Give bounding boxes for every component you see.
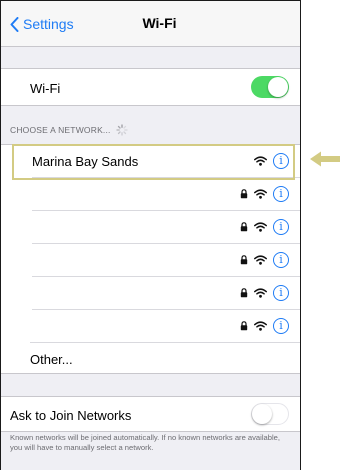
wifi-icon (254, 156, 267, 166)
network-row[interactable]: i (1, 178, 300, 210)
info-icon[interactable]: i (273, 252, 289, 268)
toggle-knob (252, 404, 272, 424)
lock-icon (240, 255, 248, 265)
info-icon[interactable]: i (273, 318, 289, 334)
lock-icon (240, 321, 248, 331)
section-header-label: CHOOSE A NETWORK... (10, 125, 111, 135)
network-status-icons: i (240, 185, 289, 203)
network-row[interactable]: i (1, 277, 300, 309)
loading-spinner-icon (115, 124, 128, 136)
network-status-icons: i (240, 284, 289, 302)
network-row[interactable]: i (1, 211, 300, 243)
wifi-icon (254, 321, 267, 331)
networks-section-header: CHOOSE A NETWORK... (10, 124, 128, 136)
navigation-bar: Settings Wi-Fi (1, 1, 300, 47)
page-title: Wi-Fi (142, 15, 177, 31)
other-network-label: Other... (30, 352, 73, 367)
ask-to-join-description: Known networks will be joined automatica… (10, 433, 280, 452)
network-status-icons: i (240, 317, 289, 335)
ask-to-join-row: Ask to Join Networks (1, 396, 300, 432)
other-network-row[interactable]: Other... (1, 343, 300, 374)
lock-icon (240, 288, 248, 298)
networks-list: Marina Bay Sands i i i i i i Other... (1, 144, 300, 374)
info-icon[interactable]: i (273, 153, 289, 169)
wifi-icon (254, 288, 267, 298)
phone-screen: Settings Wi-Fi Wi-Fi CHOOSE A NETWORK... (0, 0, 301, 470)
wifi-toggle-row: Wi-Fi (1, 68, 300, 106)
ask-to-join-label: Ask to Join Networks (10, 408, 132, 423)
wifi-icon (254, 189, 267, 199)
network-name: Marina Bay Sands (32, 154, 139, 169)
wifi-icon (254, 255, 267, 265)
arrow-left-icon (310, 151, 340, 167)
network-status-icons: i (240, 251, 289, 269)
network-status-icons: i (240, 218, 289, 236)
wifi-label: Wi-Fi (30, 81, 61, 96)
network-status-icons: i (254, 152, 289, 170)
lock-icon (240, 222, 248, 232)
toggle-knob (268, 77, 288, 97)
wifi-toggle[interactable] (251, 76, 289, 98)
network-row[interactable]: i (1, 244, 300, 276)
info-icon[interactable]: i (273, 186, 289, 202)
network-row[interactable]: Marina Bay Sands i (1, 145, 300, 177)
info-icon[interactable]: i (273, 219, 289, 235)
ask-to-join-toggle[interactable] (251, 403, 289, 425)
network-row[interactable]: i (1, 310, 300, 342)
lock-icon (240, 189, 248, 199)
wifi-icon (254, 222, 267, 232)
info-icon[interactable]: i (273, 285, 289, 301)
